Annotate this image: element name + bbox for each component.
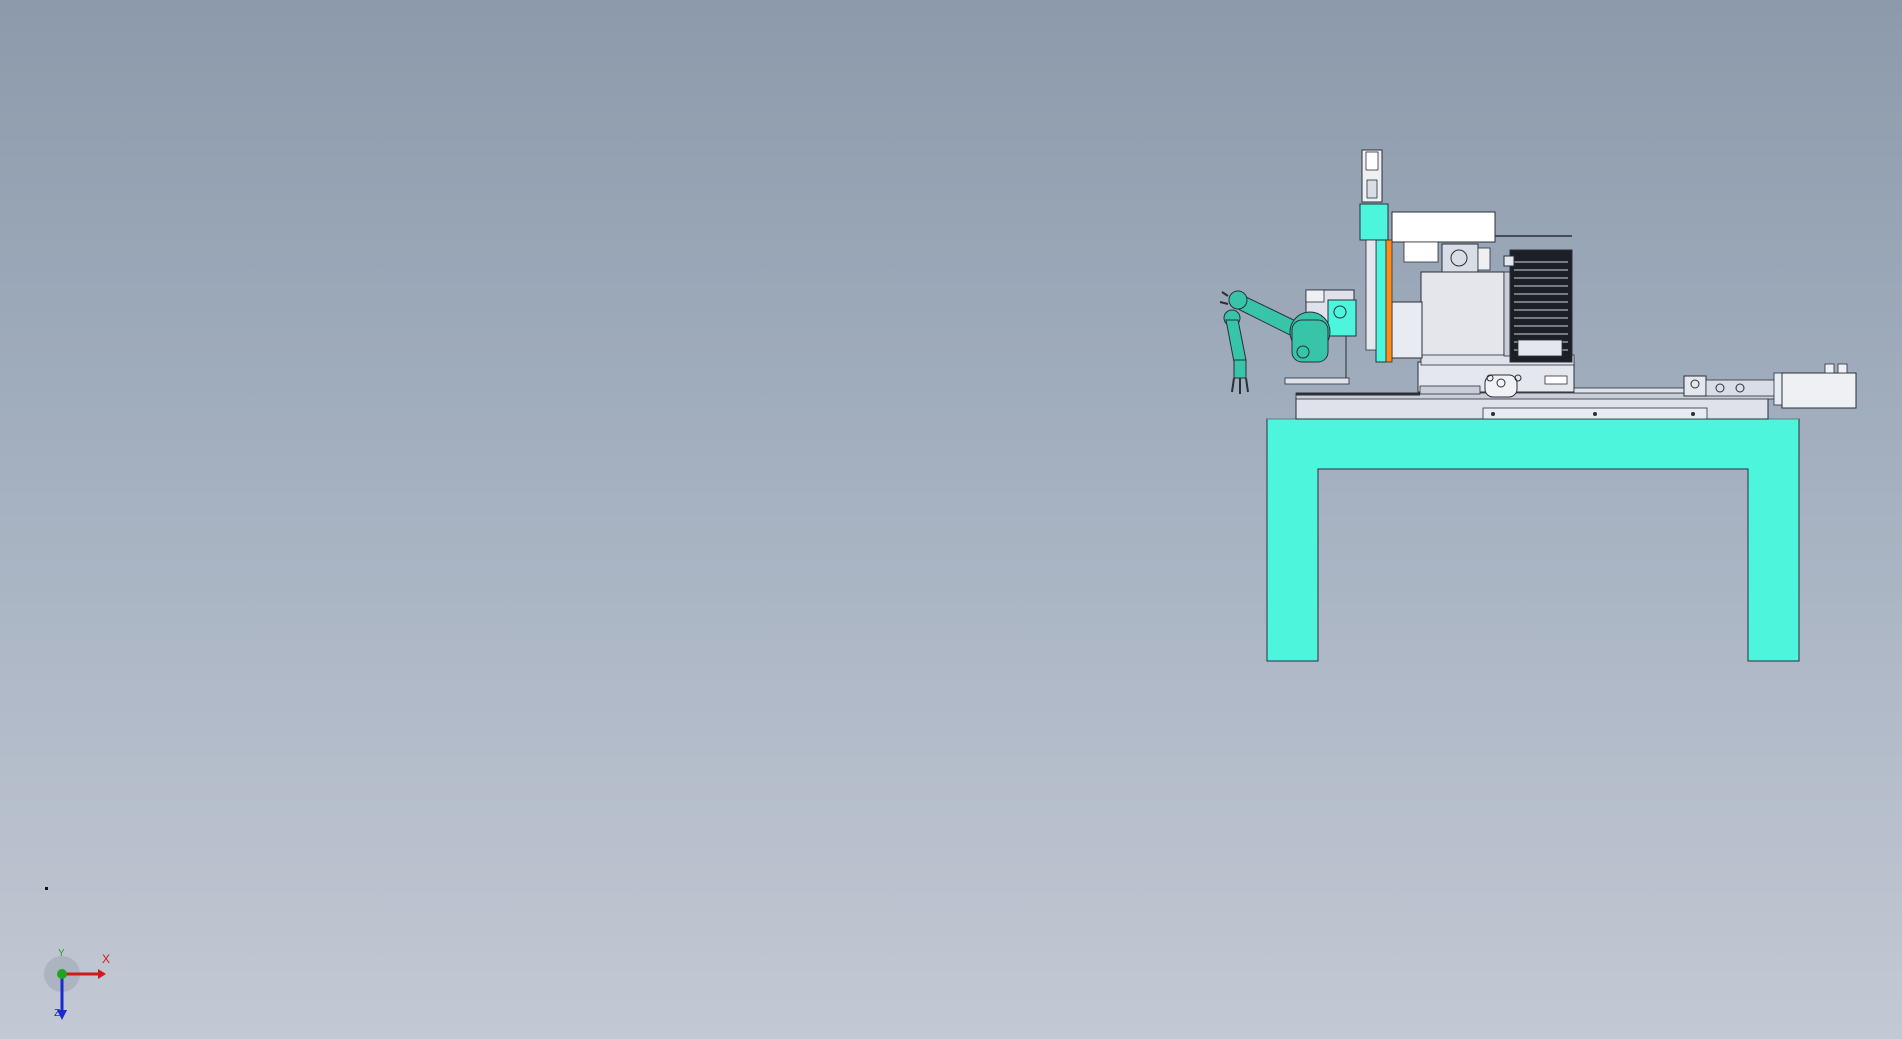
cad-model-scene[interactable]: [0, 0, 1902, 1039]
graphics-viewport[interactable]: X Y Z: [0, 0, 1902, 1039]
coordinate-triad: X Y Z: [40, 948, 130, 1030]
carriage-plate[interactable]: [1417, 361, 1707, 398]
viewport-marker: [45, 887, 48, 890]
table-frame[interactable]: [1266, 418, 1800, 662]
x-axis-label: X: [102, 952, 111, 966]
z-axis-label: Z: [54, 1008, 61, 1019]
finned-motor[interactable]: [1503, 249, 1573, 363]
table-frame-body[interactable]: [1266, 418, 1800, 662]
robot-arm-lower-link[interactable]: [1225, 319, 1247, 363]
vertical-column[interactable]: [1359, 149, 1393, 363]
robot-gripper[interactable]: [1231, 377, 1249, 394]
base-slide-rail[interactable]: [1295, 392, 1779, 420]
y-axis-label: Y: [58, 948, 65, 959]
